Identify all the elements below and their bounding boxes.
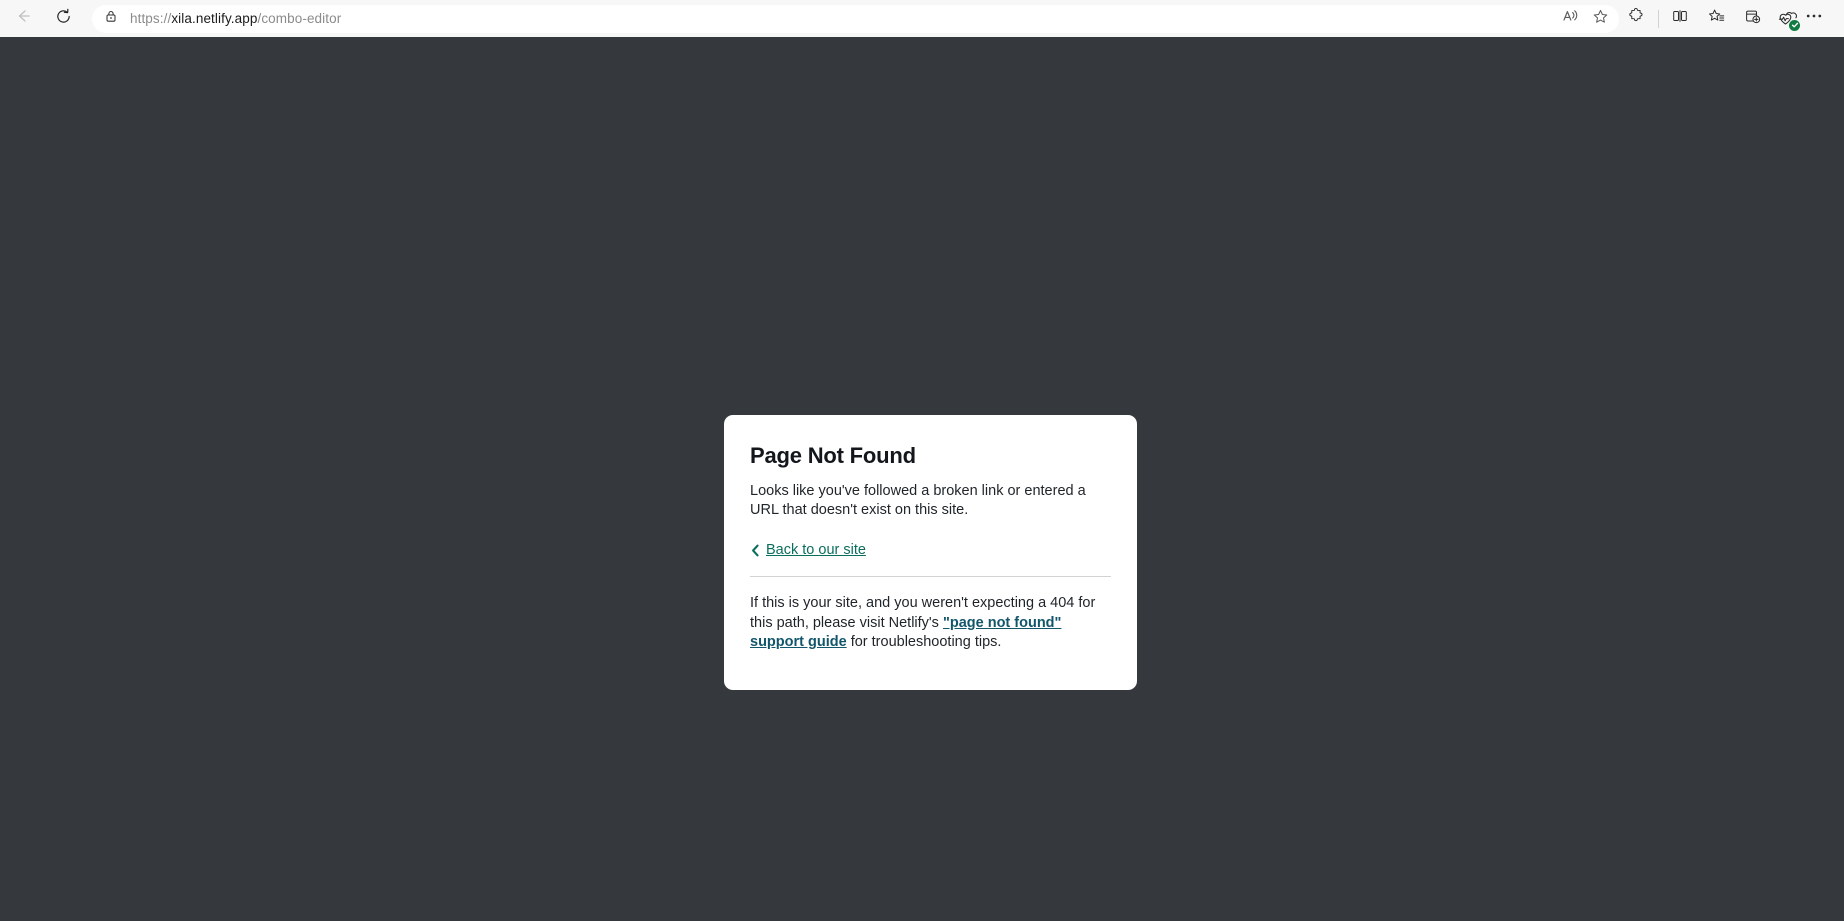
not-found-card: Page Not Found Looks like you've followe… — [724, 415, 1137, 690]
check-badge-icon — [1789, 19, 1800, 31]
support-note: If this is your site, and you weren't ex… — [750, 594, 1111, 653]
support-note-text-after: for troubleshooting tips. — [846, 634, 1002, 651]
browser-essentials-button[interactable] — [1770, 3, 1806, 35]
collections-button[interactable] — [1734, 3, 1770, 35]
extensions-icon — [1628, 7, 1646, 30]
page-content-area: Page Not Found Looks like you've followe… — [0, 37, 1844, 921]
add-favorite-button[interactable] — [1585, 5, 1615, 33]
page-description: Looks like you've followed a broken link… — [750, 483, 1086, 519]
url-host: xila.netlify.app — [171, 11, 258, 26]
back-button[interactable] — [6, 4, 40, 34]
page-title: Page Not Found — [750, 443, 916, 468]
extensions-button[interactable] — [1619, 3, 1655, 35]
lock-icon — [104, 9, 118, 28]
address-bar[interactable]: https://xila.netlify.app/combo-editor — [92, 4, 1619, 33]
url-input[interactable]: https://xila.netlify.app/combo-editor — [126, 11, 1555, 26]
back-to-site-row[interactable]: Back to our site — [750, 542, 1111, 558]
chevron-left-icon — [750, 544, 761, 557]
card-divider — [750, 576, 1111, 578]
back-to-site-link[interactable]: Back to our site — [766, 542, 866, 558]
reload-button[interactable] — [46, 4, 80, 34]
arrow-left-icon — [14, 7, 32, 30]
browser-toolbar: https://xila.netlify.app/combo-editor — [0, 0, 1844, 37]
split-screen-button[interactable] — [1662, 3, 1698, 35]
settings-more-icon — [1806, 8, 1822, 29]
reload-icon — [55, 8, 72, 30]
split-screen-icon — [1671, 7, 1689, 30]
url-path: /combo-editor — [257, 11, 342, 26]
favorites-button[interactable] — [1698, 3, 1734, 35]
site-info-button[interactable] — [96, 5, 126, 33]
settings-more-button[interactable] — [1806, 3, 1828, 35]
toolbar-divider — [1658, 9, 1659, 28]
collections-icon — [1743, 7, 1762, 31]
browser-toolbar-icons — [1619, 0, 1828, 37]
read-aloud-button[interactable] — [1555, 5, 1585, 33]
read-aloud-icon — [1561, 7, 1579, 30]
url-scheme: https:// — [130, 11, 172, 26]
star-icon — [1592, 8, 1609, 30]
favorites-icon — [1707, 7, 1726, 31]
browser-essentials-icon — [1777, 8, 1800, 31]
